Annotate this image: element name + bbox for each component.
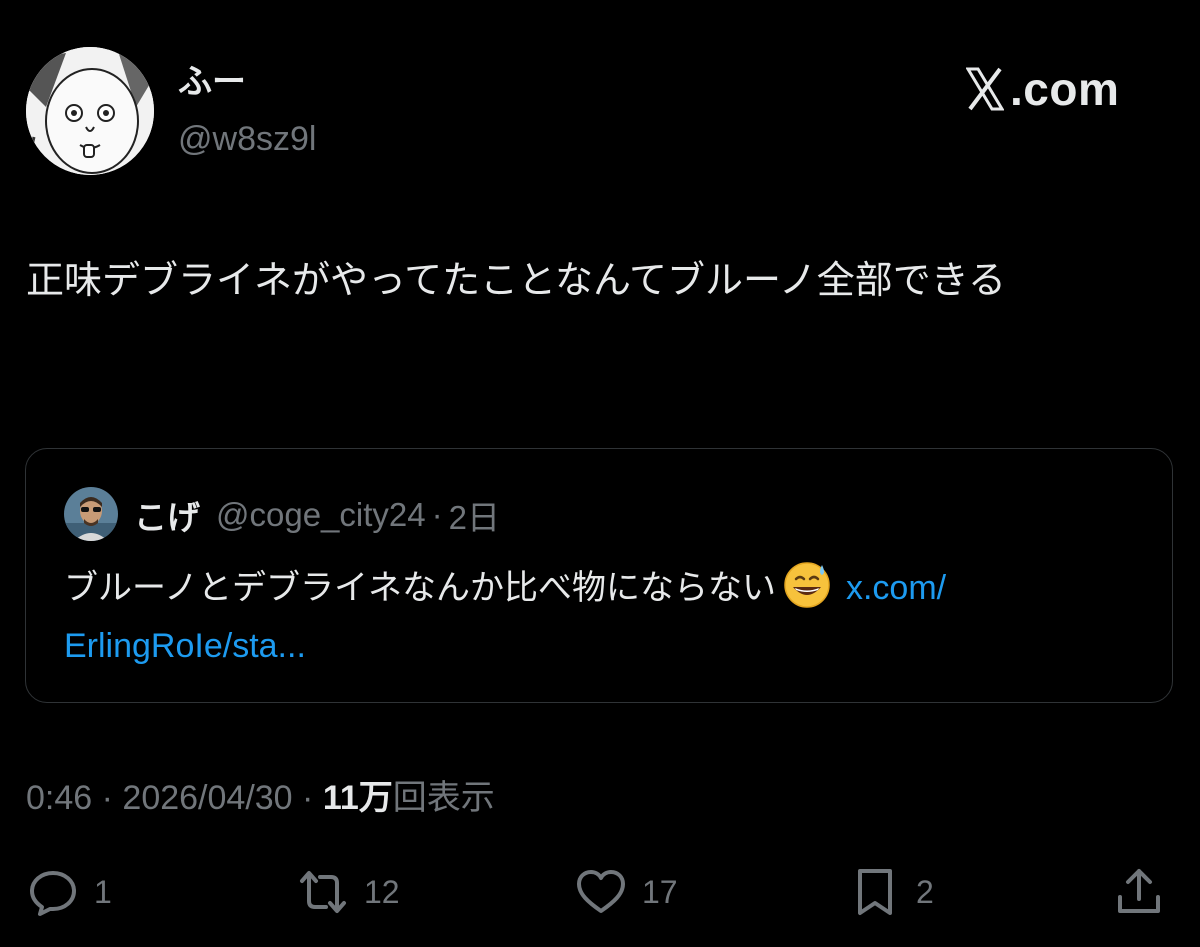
brand-domain-text: .com [1010, 63, 1120, 115]
heart-icon [574, 865, 628, 919]
x-logo-icon [966, 67, 1004, 111]
quote-timestamp[interactable]: 2日 [449, 491, 500, 539]
grinning-face-with-sweat-icon [782, 559, 832, 609]
quote-author-avatar[interactable] [64, 487, 118, 541]
views-count[interactable]: 11万 [323, 779, 393, 817]
quote-author-name[interactable]: こげ [134, 491, 200, 539]
bookmark-icon [848, 865, 902, 919]
share-icon [1112, 865, 1166, 919]
quote-link-2[interactable]: ErlingRoIe/sta... [64, 627, 306, 665]
author-display-name[interactable]: ふー [178, 62, 246, 102]
author-avatar[interactable] [26, 47, 154, 175]
quote-separator: · [431, 496, 443, 533]
tweet-date[interactable]: 2026/04/30 [122, 779, 292, 817]
reply-button[interactable]: 1 [26, 862, 112, 922]
quote-header: こげ @coge_city24 · 2日 [134, 493, 500, 537]
retweet-count: 12 [364, 873, 400, 910]
like-count: 17 [642, 873, 678, 910]
bookmark-count: 2 [916, 873, 934, 910]
quote-body: ブルーノとデブライネなんか比べ物にならない x.com/ErlingRoIe/s… [64, 559, 1144, 675]
retweet-button[interactable]: 12 [296, 862, 400, 922]
manga-face-avatar-icon [26, 47, 154, 175]
share-button[interactable] [1112, 862, 1166, 922]
quote-link-1[interactable]: x.com/ [846, 569, 946, 607]
author-handle[interactable]: @w8sz9l [178, 118, 316, 160]
quote-tweet-card[interactable]: こげ @coge_city24 · 2日 ブルーノとデブライネなんか比べ物になら… [25, 448, 1173, 703]
bookmark-button[interactable]: 2 [848, 862, 934, 922]
tweet-text: 正味デブライネがやってたことなんてブルーノ全部できる [26, 260, 1007, 302]
meta-separator-1: · [101, 779, 113, 817]
person-photo-avatar-icon [64, 487, 118, 541]
reply-count: 1 [94, 873, 112, 910]
like-button[interactable]: 17 [574, 862, 678, 922]
reply-icon [26, 865, 80, 919]
meta-separator-2: · [302, 779, 314, 817]
quote-body-text: ブルーノとデブライネなんか比べ物にならない [64, 569, 776, 607]
tweet-meta: 0:46 · 2026/04/30 · 11万回表示 [26, 776, 495, 820]
quote-author-handle[interactable]: @coge_city24 [216, 496, 426, 534]
retweet-icon [296, 865, 350, 919]
brand-logo: .com [966, 58, 1119, 120]
tweet-time[interactable]: 0:46 [26, 779, 92, 817]
views-label: 回表示 [392, 779, 495, 817]
